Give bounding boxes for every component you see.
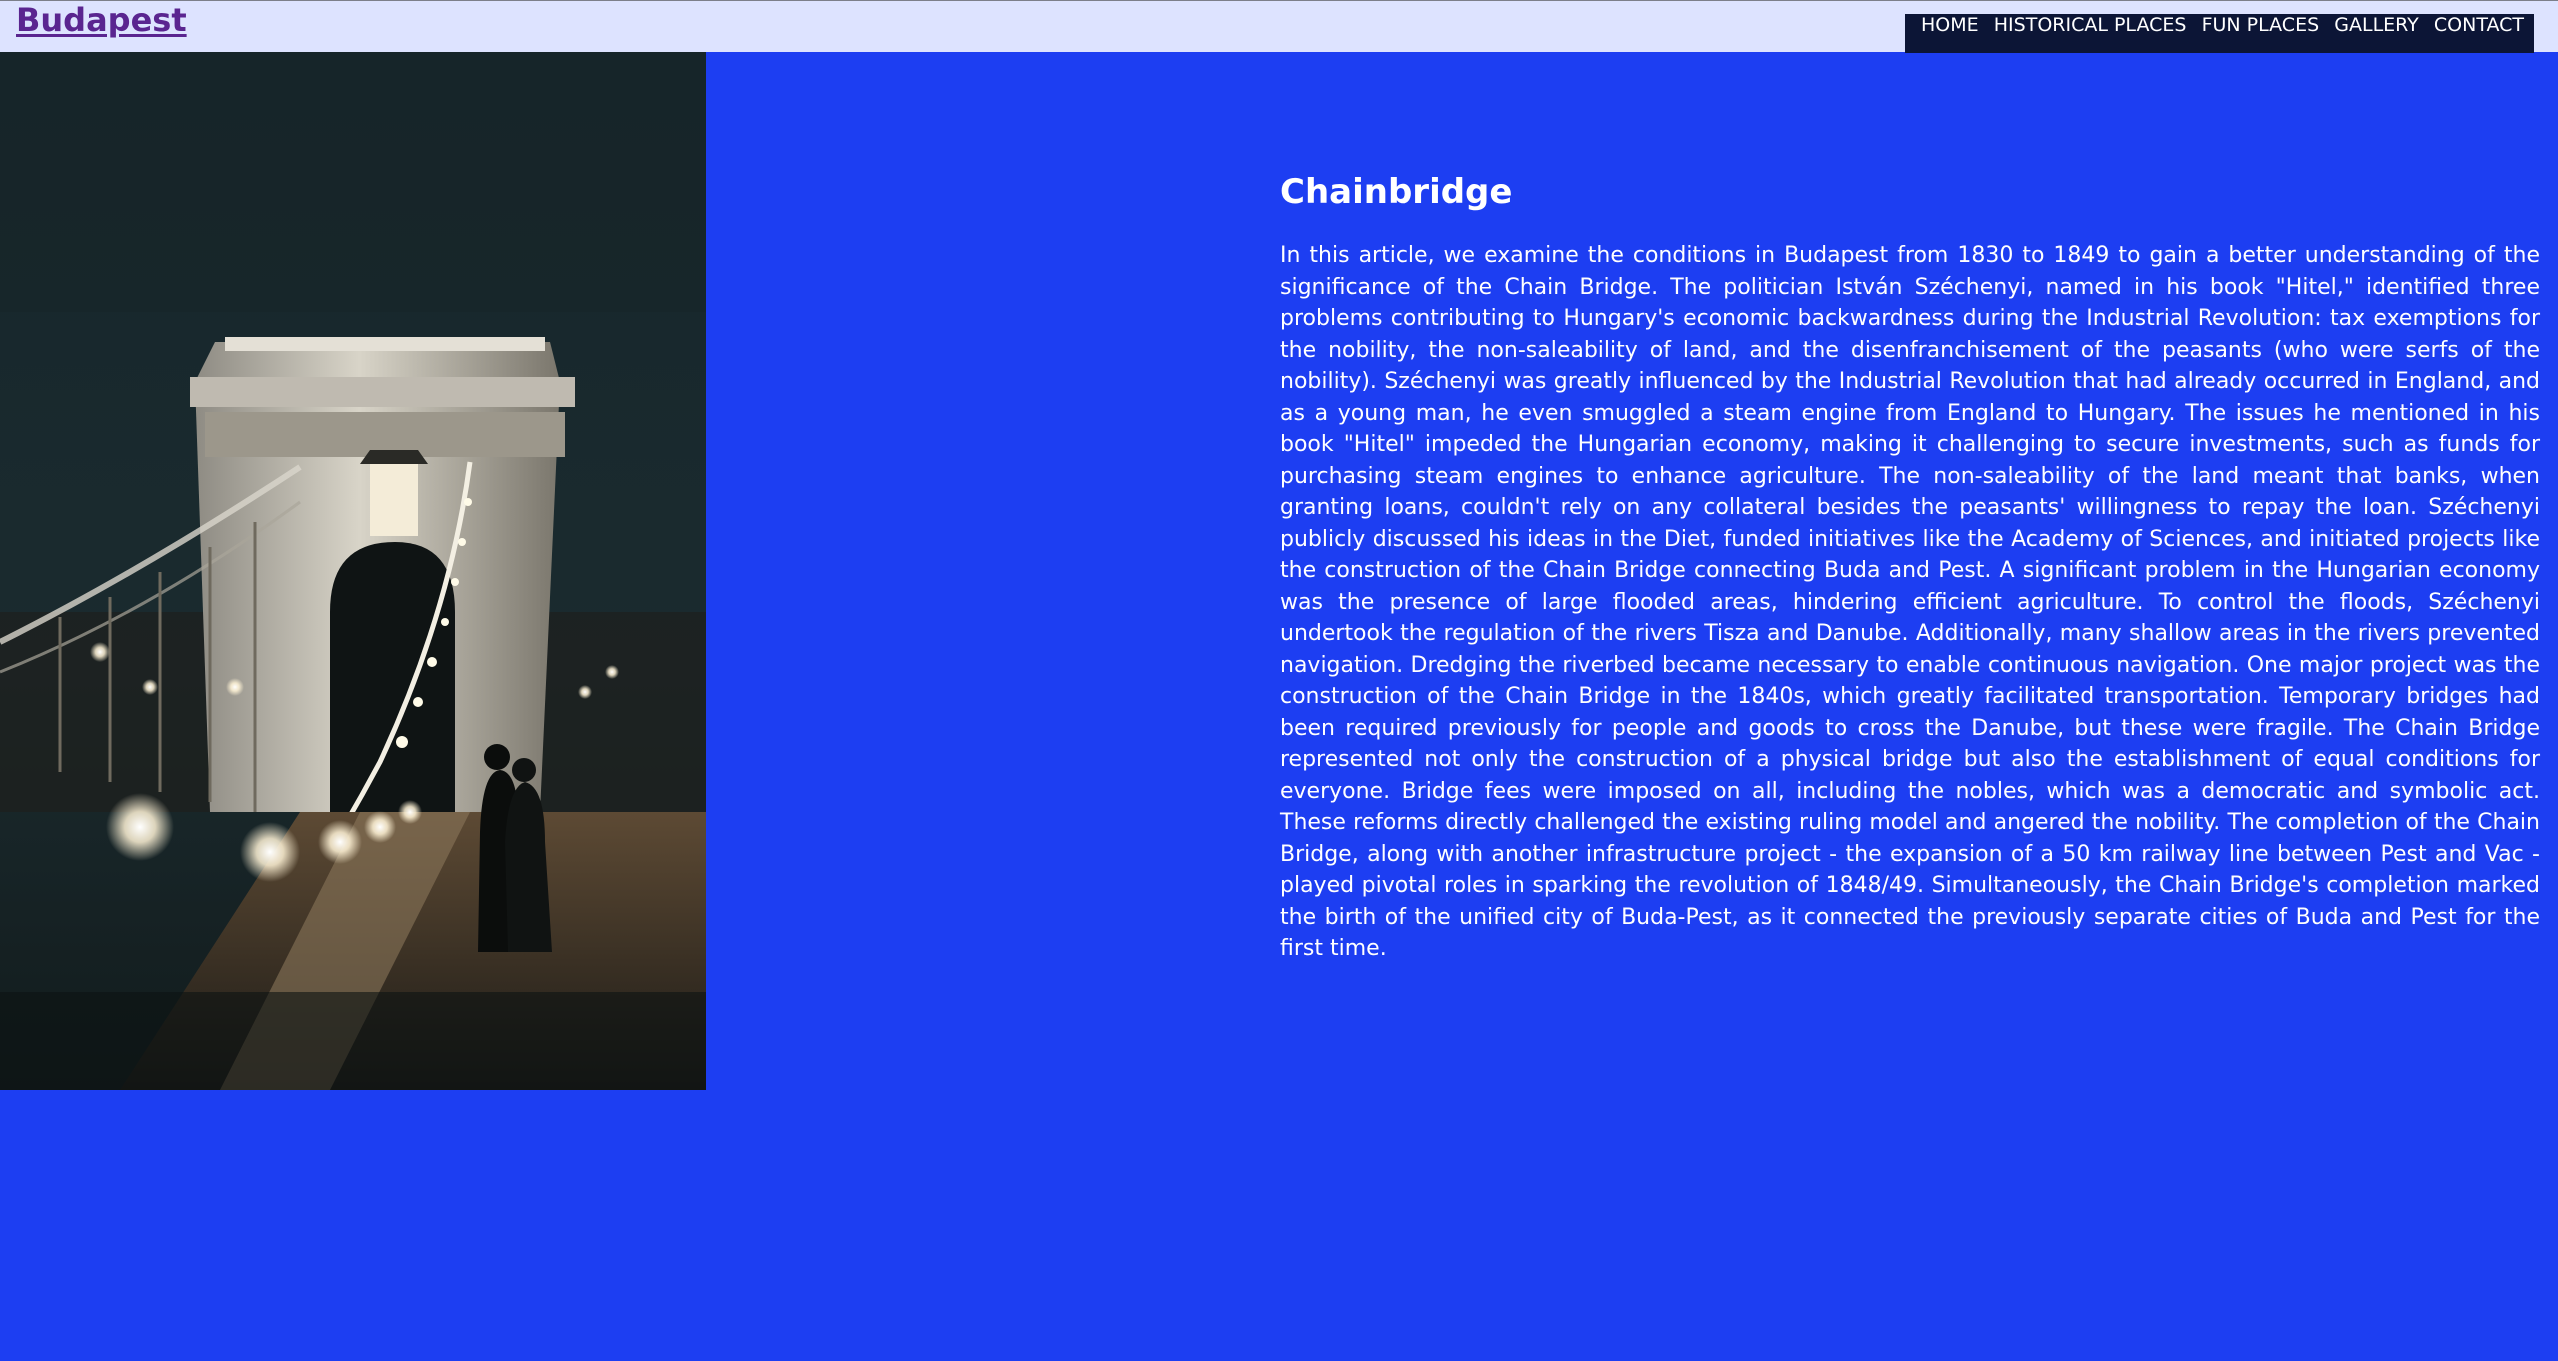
nav-item-contact[interactable]: CONTACT [2434,14,2524,36]
nav-item-gallery[interactable]: GALLERY [2334,14,2419,36]
nav-item-home[interactable]: HOME [1921,14,1979,36]
nav-item-fun-places[interactable]: FUN PLACES [2202,14,2320,36]
brand-logo-link[interactable]: Budapest [16,1,187,39]
article: Chainbridge In this article, we examine … [1280,168,2540,965]
chain-bridge-photo [0,52,706,1090]
site-header: Budapest HOME HISTORICAL PLACES FUN PLAC… [0,0,2558,53]
nav-item-historical-places[interactable]: HISTORICAL PLACES [1994,14,2187,36]
article-title: Chainbridge [1280,172,1513,212]
main-nav: HOME HISTORICAL PLACES FUN PLACES GALLER… [1905,14,2534,53]
article-body: In this article, we examine the conditio… [1280,243,2540,961]
